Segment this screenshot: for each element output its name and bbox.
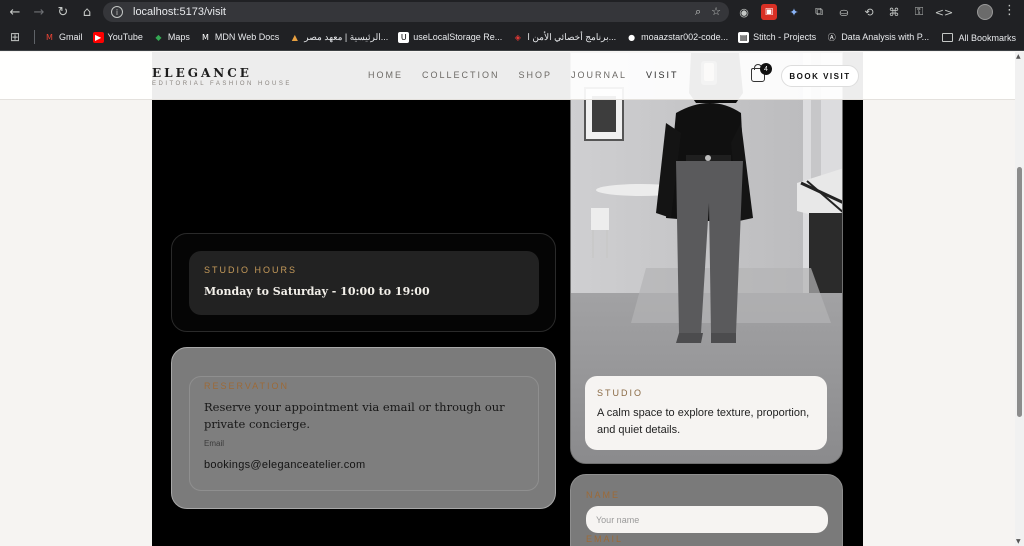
url-text[interactable]: localhost:5173/visit — [133, 6, 226, 18]
cart-count-badge: 4 — [760, 63, 772, 75]
site-tagline: EDITORIAL FASHION HOUSE — [152, 81, 292, 87]
translate-icon[interactable]: ⌘ — [886, 4, 902, 20]
data-icon: Ⓐ — [827, 32, 836, 42]
extensions-puzzle-icon[interactable]: ⧉ — [811, 4, 827, 20]
address-bar[interactable]: i localhost:5173/visit ⌕ ☆ — [103, 2, 729, 22]
reservation-card: RESERVATION Reserve your appointment via… — [171, 347, 556, 509]
bookmark-stitch[interactable]: ▤ Stitch - Projects — [733, 24, 821, 51]
github-icon: ● — [628, 32, 636, 42]
extension-red-icon[interactable]: ▣ — [761, 4, 777, 20]
institute-icon: ▲ — [291, 32, 298, 42]
studio-eyebrow: STUDIO — [597, 388, 644, 398]
scrollbar-thumb[interactable] — [1017, 167, 1022, 417]
bookmark-divider — [34, 30, 35, 44]
reload-icon[interactable]: ↻ — [51, 0, 75, 24]
star-icon[interactable]: ☆ — [711, 5, 721, 19]
history-icon[interactable]: ⟲ — [861, 4, 877, 20]
studio-hours-inner: STUDIO HOURS Monday to Saturday - 10:00 … — [189, 251, 539, 315]
reservation-text: Reserve your appointment via email or th… — [204, 400, 505, 431]
gmail-icon: M — [46, 32, 53, 42]
folder-icon — [942, 33, 954, 42]
name-input[interactable] — [586, 506, 828, 533]
devtools-code-icon[interactable]: <> — [935, 4, 953, 20]
extension-shield-icon[interactable]: ◉ — [736, 4, 752, 20]
bookmark-youtube[interactable]: ▶ YouTube — [88, 24, 148, 51]
back-icon[interactable]: ← — [3, 0, 27, 24]
bookmark-uselocalstorage[interactable]: UuseLocalStorage Re... — [393, 24, 507, 51]
page-scrollbar[interactable]: ▲ ▼ — [1015, 52, 1024, 546]
book-visit-button[interactable]: BOOK VISIT — [781, 65, 859, 87]
youtube-icon: ▶ — [92, 31, 104, 43]
zoom-icon[interactable]: ⌕ — [695, 5, 701, 19]
bookmarks-bar: ⊞ M Gmail ▶ YouTube ◆ Maps M MDN Web Docs ▲ ا… — [0, 24, 1024, 51]
reservation-email-label: Email — [204, 439, 225, 448]
scroll-up-icon[interactable]: ▲ — [1016, 53, 1021, 60]
nav-home[interactable]: HOME — [368, 70, 403, 80]
shield-icon: ◈ — [514, 32, 521, 42]
studio-hours-text: Monday to Saturday - 10:00 to 19:00 — [204, 285, 430, 298]
studio-caption-card: STUDIO A calm space to explore texture, … — [585, 376, 827, 450]
studio-hours-eyebrow: STUDIO HOURS — [204, 265, 298, 275]
studio-caption-text: A calm space to explore texture, proport… — [597, 407, 810, 436]
incognito-icon[interactable]: ⛀ — [836, 4, 852, 20]
reservation-email-link[interactable]: bookings@eleganceatelier.com — [204, 459, 365, 471]
browser-toolbar: ← → ↻ ⌂ i localhost:5173/visit ⌕ ☆ ◉ ▣ ✦… — [0, 0, 1024, 24]
forward-icon[interactable]: → — [27, 0, 51, 24]
bookmark-maps[interactable]: ◆ Maps — [148, 24, 195, 51]
nav-visit[interactable]: VISIT — [646, 70, 679, 80]
browser-menu-icon[interactable]: ⋮ — [1003, 3, 1016, 18]
reservation-eyebrow: RESERVATION — [204, 381, 290, 391]
bookmark-mdn[interactable]: M MDN Web Docs — [195, 24, 284, 51]
extension-star-icon[interactable]: ✦ — [786, 4, 802, 20]
maps-icon: ◆ — [155, 32, 162, 42]
studio-hours-card: STUDIO HOURS Monday to Saturday - 10:00 … — [171, 233, 556, 332]
email-label: EMAIL — [586, 534, 624, 544]
use-icon: U — [398, 31, 410, 43]
nav-journal[interactable]: JOURNAL — [571, 70, 627, 80]
stitch-icon: ▤ — [738, 31, 750, 43]
bookmark-gmail[interactable]: M Gmail — [39, 24, 88, 51]
reservation-inner — [189, 376, 539, 491]
bookmark-institute[interactable]: ▲ الرئيسية | معهد مصر... — [284, 24, 393, 51]
page-viewport: ELEGANCE EDITORIAL FASHION HOUSE HOME CO… — [0, 52, 1015, 546]
name-label: NAME — [586, 490, 621, 500]
bookmark-security-program[interactable]: ◈ برنامج أخصائي الأمن ا... — [507, 24, 621, 51]
password-key-icon[interactable]: ⚿ — [911, 4, 927, 20]
apps-grid-icon[interactable]: ⊞ — [0, 24, 30, 51]
main-nav: HOME COLLECTION SHOP JOURNAL VISIT — [368, 70, 698, 80]
visit-form-card: NAME EMAIL — [570, 474, 843, 546]
all-bookmarks[interactable]: All Bookmarks — [942, 24, 1016, 51]
site-logo[interactable]: ELEGANCE — [152, 66, 252, 80]
site-header: ELEGANCE EDITORIAL FASHION HOUSE HOME CO… — [0, 52, 1015, 100]
nav-collection[interactable]: COLLECTION — [422, 70, 500, 80]
profile-avatar[interactable] — [977, 4, 993, 20]
nav-shop[interactable]: SHOP — [519, 70, 553, 80]
bookmark-github[interactable]: ● moaazstar002-code... — [621, 24, 733, 51]
mdn-icon: M — [201, 32, 209, 42]
site-info-icon[interactable]: i — [111, 6, 123, 18]
scroll-down-icon[interactable]: ▼ — [1016, 538, 1021, 545]
bookmark-data-analysis[interactable]: Ⓐ Data Analysis with P... — [821, 24, 934, 51]
home-icon[interactable]: ⌂ — [75, 0, 99, 24]
